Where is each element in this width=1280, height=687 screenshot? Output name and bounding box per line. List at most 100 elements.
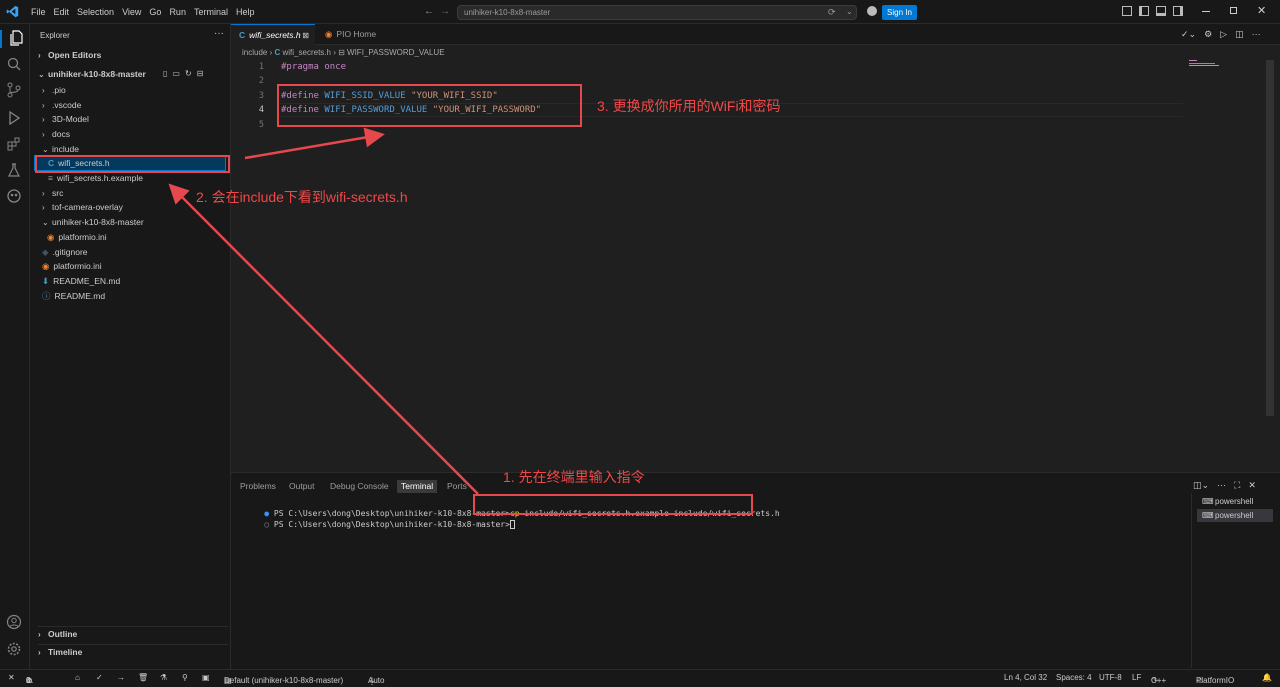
account-icon[interactable] <box>6 614 24 632</box>
menu-view[interactable]: View <box>118 7 145 17</box>
minimap[interactable] <box>1189 60 1249 72</box>
tree-folder-include[interactable]: ⌄ include <box>42 142 79 156</box>
more-actions-icon[interactable]: ··· <box>1252 29 1261 40</box>
tree-file-gitignore[interactable]: ◆ .gitignore <box>42 245 88 259</box>
new-terminal-icon[interactable]: ▣ <box>202 673 210 682</box>
panel-tab-problems[interactable]: Problems <box>240 480 276 493</box>
close-panel-icon[interactable]: ✕ <box>1248 480 1256 491</box>
tree-folder-src[interactable]: › src <box>42 186 63 200</box>
customize-layout-icon[interactable] <box>1122 6 1132 16</box>
indentation[interactable]: Spaces: 4 <box>1056 673 1092 682</box>
terminal-instance-2[interactable]: ⌨ powershell <box>1197 509 1273 522</box>
menu-selection[interactable]: Selection <box>73 7 118 17</box>
tab-wifi-secrets[interactable]: Cwifi_secrets.h ⊠ <box>231 24 315 45</box>
outline-section[interactable]: › Outline <box>38 626 228 640</box>
tree-file-wifi-secrets-example[interactable]: ≡ wifi_secrets.h.example <box>48 171 143 185</box>
back-arrow-icon[interactable]: ← <box>424 6 434 17</box>
build-check-icon[interactable]: ✓ <box>96 673 103 682</box>
toggle-sidebar-icon[interactable] <box>1139 6 1149 16</box>
breadcrumb-folder[interactable]: include <box>242 48 267 57</box>
panel-tab-output[interactable]: Output <box>289 480 315 493</box>
clean-trash-icon[interactable]: 🗑 <box>138 673 148 682</box>
forward-arrow-icon[interactable]: → <box>440 6 450 17</box>
tree-folder-tof-camera-overlay[interactable]: › tof-camera-overlay <box>42 200 123 214</box>
tree-file-platformio-nested[interactable]: ◉ platformio.ini <box>47 230 107 244</box>
menu-edit[interactable]: Edit <box>50 7 74 17</box>
more-actions-icon[interactable]: ··· <box>214 28 224 39</box>
terminal-input[interactable] <box>239 495 1187 665</box>
cursor-position[interactable]: Ln 4, Col 32 <box>1004 673 1047 682</box>
extensions-icon[interactable] <box>6 136 24 154</box>
annotation-box-file <box>35 155 230 173</box>
close-tab-icon[interactable]: ⊠ <box>302 25 309 46</box>
folder-root-label: unihiker-k10-8x8-master <box>48 69 146 79</box>
breadcrumb-file[interactable]: wifi_secrets.h <box>283 48 331 57</box>
folder-root[interactable]: ⌄ unihiker-k10-8x8-master <box>38 67 146 81</box>
sign-in-button[interactable]: Sign In <box>882 5 917 20</box>
home-icon[interactable]: ⌂ <box>75 673 80 682</box>
tree-file-platformio[interactable]: ◉ platformio.ini <box>42 259 102 273</box>
tree-folder-docs[interactable]: › docs <box>42 127 70 141</box>
platformio-action-icon[interactable]: ⚙ <box>1204 29 1212 40</box>
tree-file-readme[interactable]: ⓘ README.md <box>42 289 105 303</box>
open-editors-section[interactable]: › Open Editors <box>38 48 101 62</box>
account-globe-icon[interactable] <box>867 6 877 16</box>
source-control-icon[interactable] <box>6 82 24 100</box>
search-icon[interactable] <box>6 56 24 74</box>
remote-icon[interactable]: ✕ <box>8 673 15 682</box>
settings-gear-icon[interactable] <box>6 641 24 659</box>
timeline-section[interactable]: › Timeline <box>38 644 228 658</box>
upload-arrow-icon[interactable]: → <box>117 673 125 682</box>
testing-flask-icon[interactable] <box>6 162 24 180</box>
breadcrumb-symbol[interactable]: WIFI_PASSWORD_VALUE <box>347 48 445 57</box>
collapse-all-icon[interactable]: ⊟ <box>197 69 204 78</box>
open-editors-label: Open Editors <box>48 50 102 60</box>
tree-folder-pio[interactable]: › .pio <box>42 83 66 97</box>
toggle-secondary-sidebar-icon[interactable] <box>1173 6 1183 16</box>
tree-label: platformio.ini <box>58 232 107 242</box>
tree-label: .pio <box>52 85 66 95</box>
split-terminal-icon[interactable]: ◫⌄ <box>1193 480 1209 491</box>
close-icon[interactable]: ✕ <box>1257 4 1266 17</box>
maximize-icon[interactable] <box>1230 7 1237 14</box>
encoding[interactable]: UTF-8 <box>1099 673 1122 682</box>
terminal-instance-1[interactable]: ⌨ powershell <box>1197 495 1273 508</box>
debug-run-icon[interactable]: ▷ <box>1220 29 1227 40</box>
menu-go[interactable]: Go <box>145 7 165 17</box>
panel-tab-debug-console[interactable]: Debug Console <box>330 480 389 493</box>
editor-scrollbar[interactable] <box>1266 60 1274 416</box>
new-file-icon[interactable]: ▯ <box>163 69 167 78</box>
menu-terminal[interactable]: Terminal <box>190 7 232 17</box>
notifications-bell-icon[interactable]: 🔔 <box>1262 673 1272 682</box>
explorer-title: Explorer <box>40 31 70 40</box>
menu-help[interactable]: Help <box>232 7 259 17</box>
menu-run[interactable]: Run <box>165 7 190 17</box>
run-debug-icon[interactable] <box>6 110 24 128</box>
tab-pio-home[interactable]: ◉ PIO Home <box>317 24 387 45</box>
test-flask-icon[interactable]: ⚗ <box>160 673 167 682</box>
chevron-down-icon[interactable]: ⌄ <box>846 7 853 16</box>
tree-folder-unihiker[interactable]: ⌄ unihiker-k10-8x8-master <box>42 215 144 229</box>
check-icon[interactable]: ✓⌄ <box>1181 29 1196 40</box>
menu-file[interactable]: File <box>27 7 50 17</box>
new-folder-icon[interactable]: ▭ <box>172 69 180 78</box>
tree-file-readme-en[interactable]: ⬇ README_EN.md <box>42 274 120 288</box>
serial-monitor-icon[interactable]: ⚲ <box>182 673 188 682</box>
split-editor-icon[interactable]: ◫ <box>1235 29 1244 40</box>
maximize-panel-icon[interactable]: ⛶ <box>1234 480 1240 491</box>
copilot-icon[interactable]: ⟳ <box>828 7 836 18</box>
symbol-constant-icon: ⊟ <box>338 48 345 57</box>
more-actions-icon[interactable]: ··· <box>1217 480 1226 491</box>
platformio-alien-icon[interactable] <box>6 188 24 206</box>
minimize-icon[interactable] <box>1202 11 1210 12</box>
end-of-line[interactable]: LF <box>1132 673 1141 682</box>
toggle-panel-icon[interactable] <box>1156 6 1166 16</box>
panel-tab-ports[interactable]: Ports <box>447 480 467 493</box>
explorer-icon[interactable] <box>0 30 30 48</box>
tree-folder-vscode[interactable]: › .vscode <box>42 98 81 112</box>
tree-label: src <box>52 188 64 198</box>
panel-tab-terminal[interactable]: Terminal <box>397 480 438 493</box>
command-center-search[interactable]: unihiker-k10-8x8-master ⟳ ⌄ <box>457 5 857 20</box>
refresh-icon[interactable]: ↻ <box>185 69 192 78</box>
tree-folder-3d-model[interactable]: › 3D-Model <box>42 112 89 126</box>
